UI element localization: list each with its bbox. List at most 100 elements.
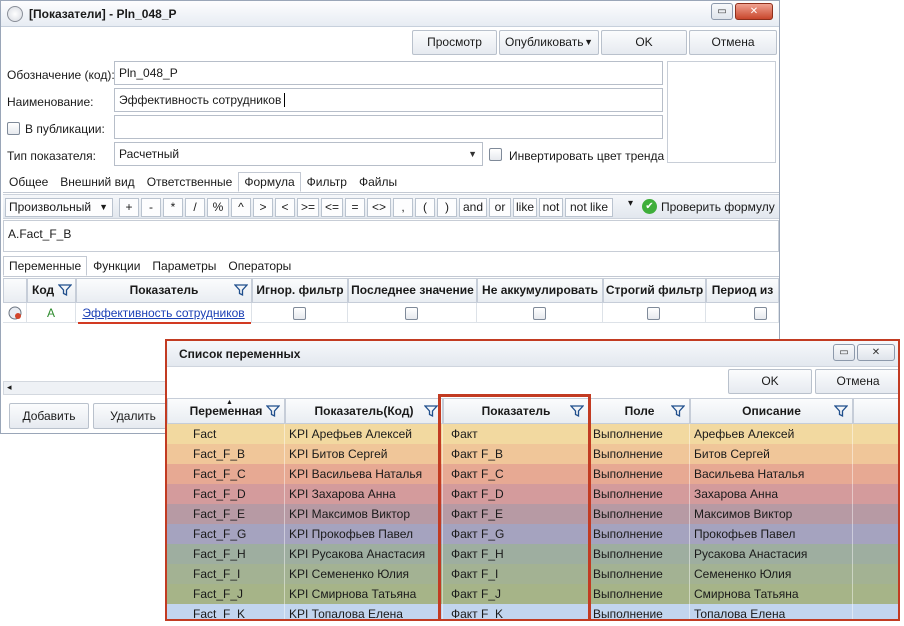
cell-code[interactable]: KPI Захарова Анна: [285, 484, 443, 504]
check-formula-button[interactable]: Проверить формулу: [661, 200, 775, 214]
tab-appearance[interactable]: Внешний вид: [54, 172, 140, 192]
operator-button[interactable]: <=: [321, 198, 343, 217]
cell-field[interactable]: Выполнение: [589, 464, 690, 484]
cell-empty[interactable]: [853, 464, 898, 484]
operator-button[interactable]: (: [415, 198, 435, 217]
tab-files[interactable]: Файлы: [353, 172, 403, 192]
variable-code-cell[interactable]: A: [27, 303, 76, 323]
operator-button[interactable]: %: [207, 198, 229, 217]
column-header-description[interactable]: Описание: [690, 398, 853, 424]
no-accumulate-checkbox[interactable]: [533, 307, 546, 320]
publish-button[interactable]: Опубликовать ▼: [499, 30, 599, 55]
cell-var[interactable]: Fact: [167, 424, 285, 444]
filter-icon[interactable]: [834, 404, 848, 418]
preview-button[interactable]: Просмотр: [412, 30, 497, 55]
operator-button[interactable]: not like: [565, 198, 613, 217]
cell-empty[interactable]: [853, 444, 898, 464]
cell-var[interactable]: Fact_F_I: [167, 564, 285, 584]
period-checkbox[interactable]: [754, 307, 767, 320]
cell-var[interactable]: Fact_F_D: [167, 484, 285, 504]
cell-desc[interactable]: Захарова Анна: [690, 484, 853, 504]
column-header-field[interactable]: Поле: [589, 398, 690, 424]
cell-var[interactable]: Fact_F_K: [167, 604, 285, 619]
cell-desc[interactable]: Смирнова Татьяна: [690, 584, 853, 604]
row-indicator[interactable]: [3, 303, 27, 323]
cell-code[interactable]: KPI Битов Сергей: [285, 444, 443, 464]
cell-code[interactable]: KPI Арефьев Алексей: [285, 424, 443, 444]
add-button[interactable]: Добавить: [9, 403, 89, 429]
cell-var[interactable]: Fact_F_G: [167, 524, 285, 544]
filter-icon[interactable]: [424, 404, 438, 418]
column-header-ignore-filter[interactable]: Игнор. фильтр: [252, 278, 348, 303]
cell-var[interactable]: Fact_F_C: [167, 464, 285, 484]
operator-button[interactable]: not: [539, 198, 563, 217]
cell-field[interactable]: Выполнение: [589, 504, 690, 524]
ok-button[interactable]: OK: [601, 30, 687, 55]
cell-desc[interactable]: Битов Сергей: [690, 444, 853, 464]
tab-operators[interactable]: Операторы: [222, 256, 297, 276]
column-header-variable[interactable]: ▲ Переменная: [167, 398, 285, 424]
invert-trend-checkbox[interactable]: [489, 148, 502, 161]
operator-button[interactable]: ): [437, 198, 457, 217]
cell-empty[interactable]: [853, 604, 898, 619]
tab-parameters[interactable]: Параметры: [146, 256, 222, 276]
cell-desc[interactable]: Васильева Наталья: [690, 464, 853, 484]
column-header-last-value[interactable]: Последнее значение: [348, 278, 477, 303]
cell-code[interactable]: KPI Топалова Елена: [285, 604, 443, 619]
cell-empty[interactable]: [853, 504, 898, 524]
cell-desc[interactable]: Топалова Елена: [690, 604, 853, 619]
cell-desc[interactable]: Семененко Юлия: [690, 564, 853, 584]
cancel-button[interactable]: Отмена: [689, 30, 777, 55]
minimize-button[interactable]: ▭: [711, 3, 733, 20]
cell-field[interactable]: Выполнение: [589, 424, 690, 444]
column-header-strict-filter[interactable]: Строгий фильтр: [603, 278, 706, 303]
tab-responsible[interactable]: Ответственные: [141, 172, 239, 192]
operator-button[interactable]: ,: [393, 198, 413, 217]
dialog-minimize-button[interactable]: ▭: [833, 344, 855, 361]
cell-field[interactable]: Выполнение: [589, 484, 690, 504]
publication-field[interactable]: [114, 115, 663, 139]
ignore-filter-checkbox[interactable]: [293, 307, 306, 320]
dialog-cancel-button[interactable]: Отмена: [815, 369, 898, 394]
operator-button[interactable]: <>: [367, 198, 391, 217]
cell-desc[interactable]: Арефьев Алексей: [690, 424, 853, 444]
scroll-left-icon[interactable]: ◂: [7, 382, 12, 393]
operator-button[interactable]: +: [119, 198, 139, 217]
cell-empty[interactable]: [853, 584, 898, 604]
cell-var[interactable]: Fact_F_B: [167, 444, 285, 464]
cell-field[interactable]: Выполнение: [589, 584, 690, 604]
column-header-code[interactable]: Код: [27, 278, 76, 303]
column-header-indicator[interactable]: Показатель: [76, 278, 252, 303]
cell-code[interactable]: KPI Смирнова Татьяна: [285, 584, 443, 604]
operator-button[interactable]: >=: [297, 198, 319, 217]
filter-icon[interactable]: [234, 283, 248, 297]
column-header-no-accumulate[interactable]: Не аккумулировать: [477, 278, 603, 303]
cell-code[interactable]: KPI Васильева Наталья: [285, 464, 443, 484]
operator-button[interactable]: *: [163, 198, 183, 217]
tab-formula[interactable]: Формула: [238, 172, 301, 192]
cell-code[interactable]: KPI Русакова Анастасия: [285, 544, 443, 564]
cell-desc[interactable]: Русакова Анастасия: [690, 544, 853, 564]
type-select[interactable]: Расчетный ▼: [114, 142, 483, 166]
tab-filter[interactable]: Фильтр: [301, 172, 353, 192]
cell-var[interactable]: Fact_F_J: [167, 584, 285, 604]
operator-button[interactable]: and: [459, 198, 487, 217]
cell-field[interactable]: Выполнение: [589, 544, 690, 564]
close-button[interactable]: ✕: [735, 3, 773, 20]
delete-button[interactable]: Удалить: [93, 403, 173, 429]
operator-button[interactable]: <: [275, 198, 295, 217]
cell-field[interactable]: Выполнение: [589, 524, 690, 544]
filter-icon[interactable]: [671, 404, 685, 418]
publication-checkbox[interactable]: [7, 122, 20, 135]
cell-desc[interactable]: Прокофьев Павел: [690, 524, 853, 544]
cell-desc[interactable]: Максимов Виктор: [690, 504, 853, 524]
tab-variables[interactable]: Переменные: [3, 256, 88, 276]
filter-icon[interactable]: [266, 404, 280, 418]
cell-empty[interactable]: [853, 484, 898, 504]
cell-empty[interactable]: [853, 424, 898, 444]
operator-button[interactable]: /: [185, 198, 205, 217]
formula-mode-select[interactable]: Произвольный ▼: [5, 198, 113, 217]
filter-icon[interactable]: [58, 283, 72, 297]
dialog-ok-button[interactable]: OK: [728, 369, 812, 394]
last-value-checkbox[interactable]: [405, 307, 418, 320]
